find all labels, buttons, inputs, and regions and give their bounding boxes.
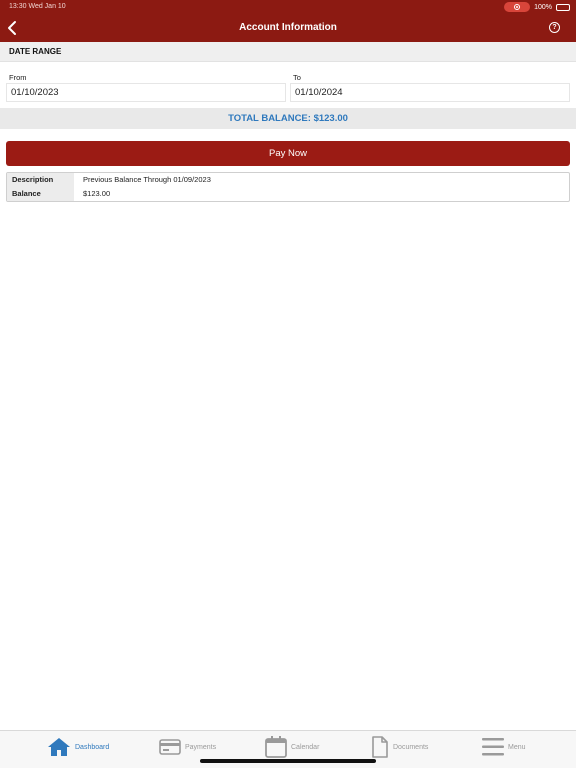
from-label: From: [9, 73, 27, 82]
date-range-title: DATE RANGE: [9, 47, 62, 56]
pay-now-button[interactable]: Pay Now: [6, 141, 570, 166]
date-range-header: DATE RANGE: [0, 42, 576, 62]
header-bar: 13:30 Wed Jan 10 100% Account Informatio…: [0, 0, 576, 42]
status-time: 13:30 Wed Jan 10: [9, 3, 66, 10]
calendar-icon: [265, 736, 287, 758]
tab-label: Documents: [393, 743, 429, 751]
menu-icon: [482, 738, 504, 756]
table-row: Balance $123.00: [7, 187, 569, 201]
home-icon: [48, 738, 70, 756]
tab-menu[interactable]: Menu: [482, 731, 526, 763]
balance-detail-table: Description Previous Balance Through 01/…: [6, 172, 570, 202]
tab-documents[interactable]: Documents: [371, 731, 428, 763]
tab-label: Dashboard: [75, 743, 110, 751]
description-value: Previous Balance Through 01/09/2023: [83, 175, 211, 184]
credit-card-icon: [159, 739, 181, 755]
tab-label: Menu: [508, 743, 526, 751]
table-row: Description Previous Balance Through 01/…: [7, 173, 569, 187]
tab-label: Payments: [185, 743, 217, 751]
tab-label: Calendar: [291, 743, 320, 751]
screen-recording-icon: [504, 2, 531, 12]
total-balance: TOTAL BALANCE: $123.00: [228, 113, 348, 124]
to-date-input[interactable]: [290, 83, 570, 102]
document-icon: [372, 736, 388, 758]
total-balance-bar: TOTAL BALANCE: $123.00: [0, 108, 576, 129]
tab-dashboard[interactable]: Dashboard: [47, 731, 109, 763]
battery-percent: 100%: [534, 3, 552, 11]
from-date-input[interactable]: [6, 83, 286, 102]
status-indicators: 100%: [504, 2, 570, 12]
balance-value: $123.00: [83, 189, 111, 198]
to-label: To: [293, 73, 301, 82]
home-indicator[interactable]: [200, 759, 376, 763]
description-key: Description: [7, 173, 74, 187]
help-icon[interactable]: ?: [549, 22, 560, 33]
battery-icon: [556, 3, 570, 11]
balance-key: Balance: [7, 187, 74, 201]
page-title: Account Information: [239, 22, 337, 33]
